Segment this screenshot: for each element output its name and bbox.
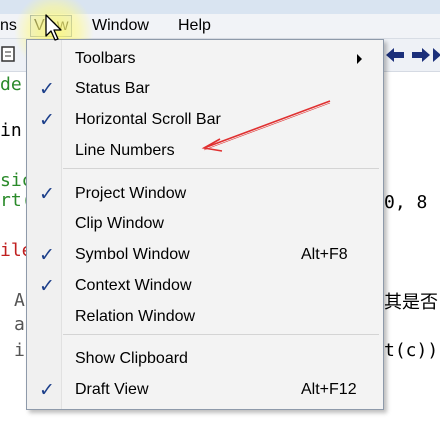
view-menu-dropdown: Toolbars ✓ Status Bar ✓ Horizontal Scroll Ba… [26, 39, 384, 410]
menu-tools-partial[interactable]: ns [0, 16, 17, 36]
menu-item-label: Horizontal Scroll Bar [75, 111, 221, 128]
menu-item-label: Status Bar [75, 80, 150, 97]
menu-item-line-numbers[interactable]: Line Numbers [27, 136, 383, 166]
nav-back-icon[interactable] [384, 47, 406, 63]
checkmark-icon: ✓ [39, 276, 55, 297]
menu-help[interactable]: Help [178, 16, 211, 36]
submenu-arrow-icon [357, 54, 362, 64]
code-fragment: A [14, 290, 25, 311]
mouse-cursor-icon [45, 14, 62, 41]
menu-item-label: Show Clipboard [75, 350, 188, 367]
menu-window[interactable]: Window [92, 16, 149, 36]
menu-item-relation-window[interactable]: Relation Window [27, 302, 383, 332]
menu-item-horizontal-scroll-bar[interactable]: ✓ Horizontal Scroll Bar [27, 105, 383, 135]
menu-item-show-clipboard[interactable]: Show Clipboard [27, 344, 383, 374]
code-fragment: de [0, 74, 22, 95]
menu-item-label: Draft View [75, 381, 149, 398]
title-bar [0, 0, 440, 14]
menu-bar: ns View Window Help [0, 14, 440, 39]
menu-item-shortcut: Alt+F8 [301, 246, 348, 263]
menu-item-toolbars[interactable]: Toolbars [27, 44, 383, 74]
code-fragment: in [0, 120, 22, 141]
checkmark-icon: ✓ [39, 184, 55, 205]
toolbar-icon[interactable] [0, 45, 18, 65]
code-fragment: a [14, 314, 25, 335]
checkmark-icon: ✓ [39, 110, 55, 131]
menu-item-label: Toolbars [75, 50, 136, 67]
menu-item-shortcut: Alt+F12 [301, 381, 357, 398]
menu-item-context-window[interactable]: ✓ Context Window [27, 271, 383, 301]
checkmark-icon: ✓ [39, 79, 55, 100]
menu-item-label: Relation Window [75, 308, 196, 325]
menu-item-status-bar[interactable]: ✓ Status Bar [27, 74, 383, 104]
menu-item-draft-view[interactable]: ✓ Draft View Alt+F12 [27, 375, 383, 405]
menu-item-project-window[interactable]: ✓ Project Window [27, 179, 383, 209]
menu-item-symbol-window[interactable]: ✓ Symbol Window Alt+F8 [27, 240, 383, 270]
code-fragment: t(c)) [384, 340, 439, 361]
menu-item-clip-window[interactable]: Clip Window [27, 209, 383, 239]
nav-forward-icon[interactable] [410, 47, 432, 63]
menu-item-label: Line Numbers [75, 142, 175, 159]
code-fragment: i [14, 340, 25, 361]
code-fragment: 其是否 [384, 292, 438, 313]
nav-more-icon[interactable] [432, 47, 440, 63]
menu-item-label: Project Window [75, 185, 187, 202]
checkmark-icon: ✓ [39, 245, 55, 266]
checkmark-icon: ✓ [39, 380, 55, 401]
menu-item-label: Symbol Window [75, 246, 190, 263]
menu-separator [63, 168, 379, 169]
code-fragment: 0, 8 [384, 192, 428, 213]
menu-item-label: Context Window [75, 277, 192, 294]
menu-item-label: Clip Window [75, 215, 164, 232]
menu-separator [63, 334, 379, 335]
